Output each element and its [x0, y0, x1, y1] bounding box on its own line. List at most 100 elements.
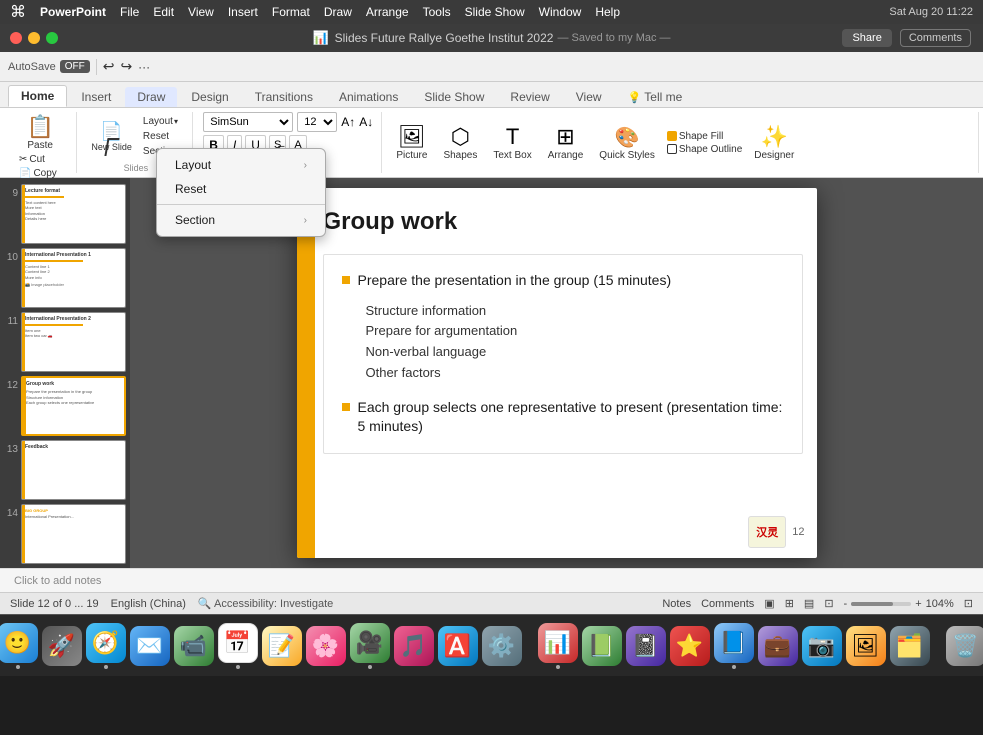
dock-teams[interactable]: 💼	[758, 622, 798, 670]
zoom-control[interactable]: - + 104%	[844, 598, 954, 610]
layout-button[interactable]: Layout▾	[140, 115, 184, 128]
tab-slideshow[interactable]: Slide Show	[412, 87, 496, 107]
view-normal[interactable]: ▣	[764, 597, 774, 610]
comments-button[interactable]: Comments	[900, 29, 971, 47]
slide-thumb-12[interactable]: 12 Group work Prepare the presentation i…	[4, 376, 126, 436]
tab-transitions[interactable]: Transitions	[243, 87, 325, 107]
menu-draw[interactable]: Draw	[324, 5, 352, 19]
shape-fill-button[interactable]: Shape Fill	[667, 131, 742, 142]
more-button[interactable]: ···	[138, 60, 150, 74]
undo-button[interactable]: ↩	[103, 58, 115, 75]
dropdown-item-section[interactable]: Section ›	[157, 208, 325, 232]
slide-thumb-10[interactable]: 10 International Presentation 1 Content …	[4, 248, 126, 308]
shapes-button[interactable]: ⬡ Shapes	[439, 120, 481, 165]
titlebar: 📊 Slides Future Rallye Goethe Institut 2…	[0, 24, 983, 52]
dropdown-menu: Layout › Reset Section ›	[156, 148, 326, 237]
new-slide-button[interactable]: 📄 New Slide	[87, 119, 136, 155]
dock-trash[interactable]: 🗑️	[946, 622, 983, 670]
tab-insert[interactable]: Insert	[69, 87, 123, 107]
language-indicator[interactable]: English (China)	[111, 598, 186, 610]
font-size-select[interactable]: 12	[297, 112, 337, 132]
dock-astro[interactable]: ⭐	[670, 622, 710, 670]
dock-preferences[interactable]: ⚙️	[482, 622, 522, 670]
dock-photos[interactable]: 🌸	[306, 622, 346, 670]
menu-window[interactable]: Window	[539, 5, 582, 19]
menu-tools[interactable]: Tools	[423, 5, 451, 19]
slide-thumb-13[interactable]: 13 Feedback	[4, 440, 126, 500]
dock-zoom[interactable]: 📷	[802, 622, 842, 670]
tab-tellme[interactable]: 💡 Tell me	[616, 87, 695, 107]
slide-num-11: 11	[4, 312, 18, 327]
font-name-select[interactable]: SimSun	[203, 112, 293, 132]
menu-edit[interactable]: Edit	[153, 5, 174, 19]
shape-outline-button[interactable]: Shape Outline	[667, 144, 742, 155]
dock-files[interactable]: 🗂️	[890, 622, 930, 670]
fit-button[interactable]: ⊡	[964, 597, 973, 610]
dock-notes[interactable]: 📝	[262, 622, 302, 670]
dock-word[interactable]: 📘	[714, 622, 754, 670]
share-button[interactable]: Share	[842, 29, 891, 47]
notes-bar[interactable]: Click to add notes	[0, 568, 983, 592]
view-reading[interactable]: ▤	[804, 597, 814, 610]
dock-appstore[interactable]: 🅰️	[438, 622, 478, 670]
picture-button[interactable]: 🖼 Picture	[392, 120, 431, 165]
arrange-button[interactable]: ⊞ Arrange	[544, 120, 588, 165]
tab-animations[interactable]: Animations	[327, 87, 410, 107]
redo-button[interactable]: ↪	[120, 58, 132, 75]
minimize-button[interactable]	[28, 32, 40, 44]
reset-button[interactable]: Reset	[140, 130, 184, 143]
dropdown-item-layout[interactable]: Layout ›	[157, 153, 325, 177]
dock-launchpad[interactable]: 🚀	[42, 622, 82, 670]
menu-view[interactable]: View	[188, 5, 214, 19]
menu-insert[interactable]: Insert	[228, 5, 258, 19]
menu-format[interactable]: Format	[272, 5, 310, 19]
dock-excel[interactable]: 📗	[582, 622, 622, 670]
slide-thumb-9[interactable]: 9 Lecture format Text content hereMore t…	[4, 184, 126, 244]
font-decrease-button[interactable]: A↓	[359, 115, 373, 129]
apple-menu[interactable]: ⌘	[10, 2, 26, 22]
accessibility-indicator[interactable]: 🔍 Accessibility: Investigate	[198, 597, 333, 610]
bullet-2-text: Each group selects one representative to…	[358, 398, 786, 437]
comments-status-button[interactable]: Comments	[701, 598, 754, 610]
dock-finder[interactable]: 🙂	[0, 622, 38, 670]
dock-preview[interactable]: 🖼	[846, 622, 886, 670]
tab-view[interactable]: View	[564, 87, 614, 107]
dock-safari[interactable]: 🧭	[86, 622, 126, 670]
font-increase-button[interactable]: A↑	[341, 115, 355, 129]
designer-button[interactable]: ✨ Designer	[750, 120, 798, 165]
paste-button[interactable]: 📋 Paste	[20, 112, 59, 153]
maximize-button[interactable]	[46, 32, 58, 44]
tab-design[interactable]: Design	[179, 87, 240, 107]
view-slideshow[interactable]: ⊡	[824, 597, 833, 610]
dropdown-item-reset[interactable]: Reset	[157, 177, 325, 201]
dock-onenote[interactable]: 📓	[626, 622, 666, 670]
dock-facetime[interactable]: 📹	[174, 622, 214, 670]
notes-button[interactable]: Notes	[662, 598, 691, 610]
dock-powerpoint[interactable]: 📊	[538, 622, 578, 670]
slide-preview-11: International Presentation 2 Item oneIte…	[21, 312, 126, 372]
app-name[interactable]: PowerPoint	[40, 5, 106, 19]
slide-thumb-11[interactable]: 11 International Presentation 2 Item one…	[4, 312, 126, 372]
dock-music[interactable]: 🎵	[394, 622, 434, 670]
sub-bullet-1: Structure information	[366, 301, 786, 322]
menu-slideshow[interactable]: Slide Show	[465, 5, 525, 19]
menu-arrange[interactable]: Arrange	[366, 5, 409, 19]
tab-draw[interactable]: Draw	[125, 87, 177, 107]
slide-num-13: 13	[4, 440, 18, 455]
dock-mail[interactable]: ✉️	[130, 622, 170, 670]
autosave-toggle[interactable]: OFF	[60, 60, 90, 73]
slide-thumb-14[interactable]: 14 BIG GROUP International Presentation.…	[4, 504, 126, 564]
slide-content-box: Prepare the presentation in the group (1…	[323, 254, 803, 454]
textbox-button[interactable]: T Text Box	[489, 120, 535, 165]
quickstyles-button[interactable]: 🎨 Quick Styles	[595, 121, 659, 165]
menu-help[interactable]: Help	[595, 5, 620, 19]
menu-file[interactable]: File	[120, 5, 139, 19]
tab-review[interactable]: Review	[498, 87, 561, 107]
cut-button[interactable]: ✂Cut	[16, 153, 68, 166]
view-grid[interactable]: ⊞	[785, 597, 794, 610]
title-text: Slides Future Rallye Goethe Institut 202…	[335, 31, 554, 45]
close-button[interactable]	[10, 32, 22, 44]
dock-calendar[interactable]: 📅	[218, 622, 258, 670]
tab-home[interactable]: Home	[8, 85, 67, 107]
dock-facetime2[interactable]: 🎥	[350, 622, 390, 670]
